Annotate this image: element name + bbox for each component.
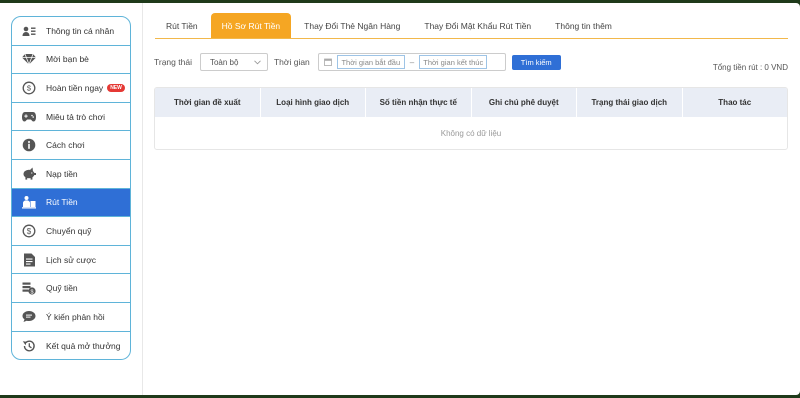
- sidebar-item-draw-results[interactable]: Kết quả mở thưởng: [12, 332, 130, 359]
- column-header: Thao tác: [718, 98, 752, 107]
- status-select-value: Toàn bộ: [209, 57, 239, 67]
- withdraw-icon: [22, 195, 36, 209]
- status-select[interactable]: Toàn bộ: [199, 53, 268, 71]
- column-header: Số tiền nhận thực tế: [366, 88, 472, 117]
- tab-withdraw[interactable]: Rút Tiền: [155, 13, 209, 38]
- svg-text:$: $: [27, 227, 32, 236]
- svg-text:$: $: [27, 84, 32, 93]
- search-button[interactable]: Tìm kiếm: [511, 54, 561, 70]
- sidebar-item-how-to-play[interactable]: Cách chơi: [12, 131, 130, 160]
- column-header: Trạng thái giao dịch: [577, 88, 683, 117]
- calendar-icon: [323, 58, 332, 66]
- chat-bubble-icon: [22, 310, 36, 324]
- sidebar-item-label: Ý kiến phản hồi: [46, 311, 105, 322]
- sidebar-item-label: Kết quả mở thưởng: [46, 340, 121, 351]
- tab-withdraw-history[interactable]: Hồ Sơ Rút Tiền: [210, 13, 292, 38]
- app-window: Thông tin cá nhân Mời bạn bè $ Hoàn tiền…: [0, 3, 800, 395]
- tab-more-info[interactable]: Thông tin thêm: [544, 13, 623, 38]
- sidebar-item-game-description[interactable]: Miêu tả trò chơi: [12, 103, 130, 132]
- piggy-bank-icon: [22, 167, 36, 181]
- sidebar-item-deposit[interactable]: Nạp tiền: [12, 160, 130, 189]
- tab-bar: Rút Tiền Hồ Sơ Rút Tiền Thay Đổi Thẻ Ngâ…: [155, 13, 788, 39]
- sidebar-item-label: Thông tin cá nhân: [46, 25, 115, 36]
- info-icon: [22, 138, 36, 152]
- date-range-picker[interactable]: Thời gian bắt đầu – Thời gian kết thúc: [317, 53, 506, 71]
- sidebar-item-bet-history[interactable]: Lịch sử cược: [12, 246, 130, 275]
- diamond-icon: [22, 52, 36, 66]
- column-header: Ghi chú phê duyệt: [472, 88, 577, 117]
- column-header: Loại hình giao dịch: [261, 88, 366, 117]
- gamepad-icon: [22, 110, 36, 124]
- withdraw-history-table: Thời gian đề xuất Loại hình giao dịch Số…: [154, 87, 788, 150]
- time-label: Thời gian: [273, 57, 310, 67]
- start-time-input[interactable]: Thời gian bắt đầu: [336, 55, 405, 69]
- column-header: Thời gian đề xuất: [155, 88, 261, 117]
- sidebar-item-label: Mời bạn bè: [46, 54, 89, 65]
- dollar-circle-icon: $: [22, 224, 36, 238]
- new-badge: NEW: [107, 83, 125, 92]
- sidebar-item-cashback[interactable]: $ Hoàn tiền ngay NEW: [12, 74, 130, 103]
- sidebar-item-label: Cách chơi: [46, 140, 85, 151]
- filter-bar: Trạng thái Toàn bộ Thời gian Thời gian b…: [154, 52, 794, 72]
- chevron-down-icon: [254, 58, 261, 67]
- sidebar-item-label: Chuyển quỹ: [46, 225, 92, 236]
- history-icon: [22, 339, 36, 353]
- sidebar-item-feedback[interactable]: Ý kiến phản hồi: [12, 303, 130, 332]
- sidebar-item-label: Nạp tiền: [46, 168, 78, 179]
- tab-change-bank-card[interactable]: Thay Đổi Thẻ Ngân Hàng: [293, 13, 411, 38]
- sidebar-menu: Thông tin cá nhân Mời bạn bè $ Hoàn tiền…: [11, 16, 131, 360]
- document-icon: [22, 253, 36, 267]
- sidebar-item-invite[interactable]: Mời bạn bè: [12, 46, 130, 75]
- sidebar-item-label: Lịch sử cược: [46, 254, 97, 265]
- coin-stack-icon: $: [22, 281, 36, 295]
- sidebar-item-label: Miêu tả trò chơi: [46, 111, 105, 122]
- sidebar-panel: Thông tin cá nhân Mời bạn bè $ Hoàn tiền…: [0, 3, 143, 395]
- sidebar-item-profile[interactable]: Thông tin cá nhân: [12, 17, 130, 46]
- date-separator: –: [409, 57, 415, 67]
- main-content: Rút Tiền Hồ Sơ Rút Tiền Thay Đổi Thẻ Ngâ…: [143, 3, 800, 395]
- cashback-icon: $: [22, 81, 36, 95]
- tab-change-withdraw-password[interactable]: Thay Đổi Mật Khẩu Rút Tiền: [413, 13, 542, 38]
- sidebar-item-label: Quỹ tiền: [46, 283, 78, 294]
- status-label: Trạng thái: [154, 57, 192, 67]
- sidebar-item-fund[interactable]: $ Quỹ tiền: [12, 274, 130, 303]
- table-header: Thời gian đề xuất Loại hình giao dịch Số…: [155, 88, 787, 117]
- empty-state-text: Không có dữ liệu: [440, 129, 502, 138]
- end-time-input[interactable]: Thời gian kết thúc: [419, 55, 488, 69]
- sidebar-item-transfer[interactable]: $ Chuyển quỹ: [12, 217, 130, 246]
- sidebar-item-withdraw[interactable]: Rút Tiền: [12, 188, 130, 218]
- sidebar-item-label: Rút Tiền: [46, 197, 78, 208]
- sidebar-item-label: Hoàn tiền ngay: [46, 82, 104, 93]
- svg-text:$: $: [30, 289, 33, 295]
- total-withdraw-amount: Tổng tiền rút : 0 VND: [712, 63, 788, 72]
- profile-card-icon: [22, 24, 36, 38]
